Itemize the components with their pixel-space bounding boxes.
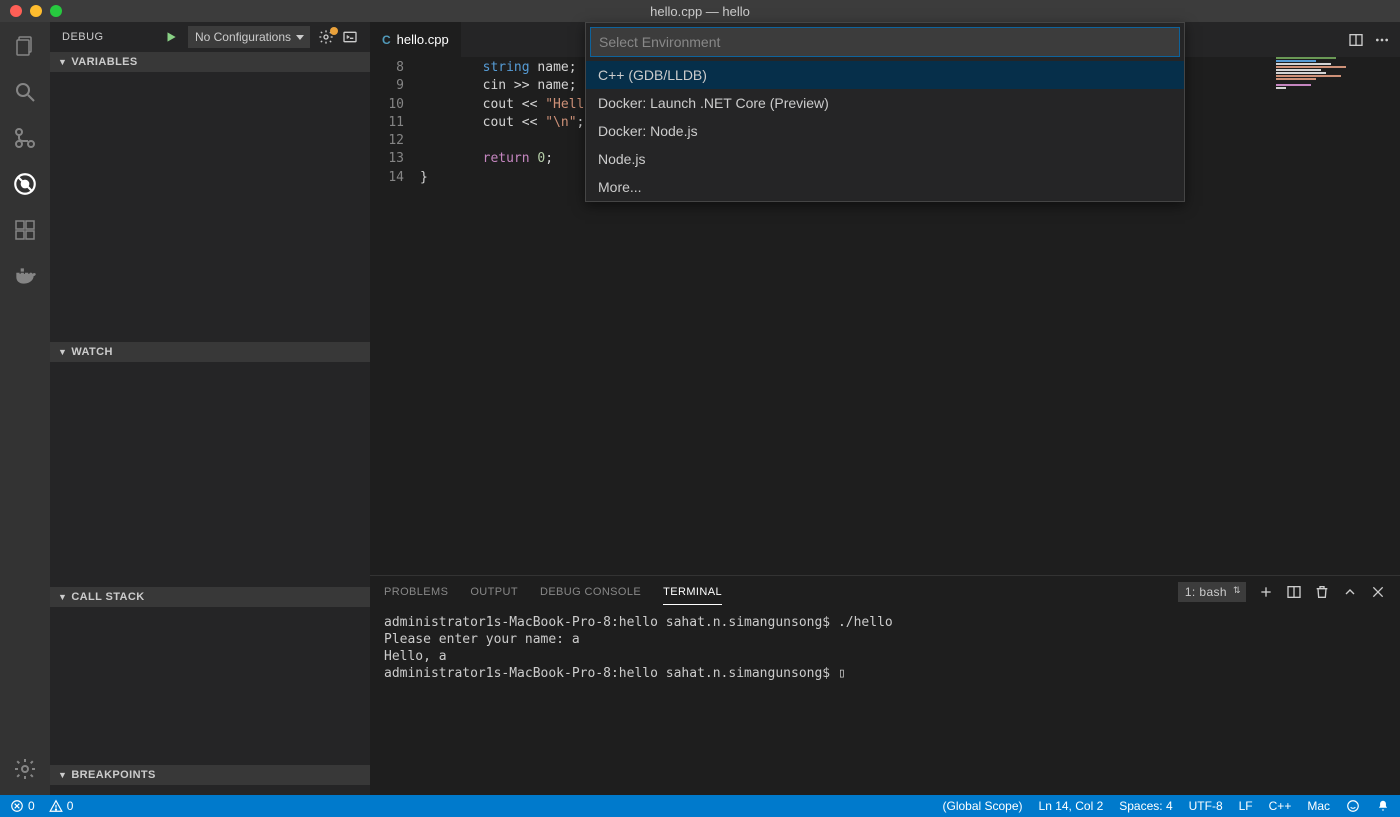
palette-item[interactable]: C++ (GDB/LLDB): [586, 61, 1184, 89]
start-debug-button[interactable]: [162, 28, 180, 46]
debug-console-tab[interactable]: DEBUG CONSOLE: [540, 580, 641, 604]
palette-list: C++ (GDB/LLDB)Docker: Launch .NET Core (…: [586, 61, 1184, 201]
cpp-file-icon: C: [382, 33, 391, 47]
extensions-icon[interactable]: [11, 216, 39, 244]
watch-label: WATCH: [71, 346, 113, 358]
more-actions-button[interactable]: [1374, 32, 1390, 48]
split-terminal-button[interactable]: [1286, 584, 1302, 600]
maximize-panel-button[interactable]: [1342, 584, 1358, 600]
notifications-icon[interactable]: [1376, 799, 1390, 813]
language-status[interactable]: C++: [1269, 799, 1292, 813]
output-tab[interactable]: OUTPUT: [470, 580, 518, 604]
tab-filename: hello.cpp: [397, 32, 449, 47]
debug-config-value: No Configurations: [195, 30, 291, 44]
twisty-icon: ▼: [58, 592, 67, 602]
breakpoints-body: [50, 785, 370, 795]
line-number-gutter: 891011121314: [370, 57, 420, 575]
debug-header: DEBUG No Configurations: [50, 22, 370, 52]
twisty-icon: ▼: [58, 57, 67, 67]
command-palette: C++ (GDB/LLDB)Docker: Launch .NET Core (…: [585, 22, 1185, 202]
bottom-panel: PROBLEMS OUTPUT DEBUG CONSOLE TERMINAL 1…: [370, 575, 1400, 795]
debug-sidebar: DEBUG No Configurations ▼ VARIABLES ▼ WA…: [50, 22, 370, 795]
callstack-label: CALL STACK: [71, 591, 144, 603]
main-layout: DEBUG No Configurations ▼ VARIABLES ▼ WA…: [0, 22, 1400, 795]
editor-actions: [1348, 32, 1400, 48]
kill-terminal-button[interactable]: [1314, 584, 1330, 600]
config-badge-dot: [330, 27, 338, 35]
minimize-window-button[interactable]: [30, 5, 42, 17]
callstack-body: [50, 607, 370, 765]
os-status[interactable]: Mac: [1307, 799, 1330, 813]
palette-item[interactable]: Docker: Launch .NET Core (Preview): [586, 89, 1184, 117]
terminal-output[interactable]: administrator1s-MacBook-Pro-8:hello saha…: [370, 608, 1400, 795]
terminal-select-value: 1: bash: [1185, 585, 1227, 599]
warnings-status[interactable]: 0: [49, 799, 74, 813]
terminal-tab[interactable]: TERMINAL: [663, 580, 722, 605]
feedback-icon[interactable]: [1346, 799, 1360, 813]
editor-tab-hello[interactable]: C hello.cpp: [370, 22, 462, 57]
window-controls: [0, 5, 62, 17]
search-icon[interactable]: [11, 78, 39, 106]
cursor-position-status[interactable]: Ln 14, Col 2: [1039, 799, 1104, 813]
activity-bar: [0, 22, 50, 795]
settings-gear-icon[interactable]: [11, 755, 39, 783]
variables-section-header[interactable]: ▼ VARIABLES: [50, 52, 370, 72]
explorer-icon[interactable]: [11, 32, 39, 60]
debug-console-button[interactable]: [342, 29, 358, 45]
variables-body: [50, 72, 370, 342]
watch-section-header[interactable]: ▼ WATCH: [50, 342, 370, 362]
breakpoints-section-header[interactable]: ▼ BREAKPOINTS: [50, 765, 370, 785]
callstack-section-header[interactable]: ▼ CALL STACK: [50, 587, 370, 607]
status-bar: 0 0 (Global Scope) Ln 14, Col 2 Spaces: …: [0, 795, 1400, 817]
encoding-status[interactable]: UTF-8: [1189, 799, 1223, 813]
variables-label: VARIABLES: [71, 56, 137, 68]
new-terminal-button[interactable]: [1258, 584, 1274, 600]
editor-area: C hello.cpp 891011121314 string name; ci…: [370, 22, 1400, 795]
breakpoints-label: BREAKPOINTS: [71, 769, 155, 781]
debug-config-select[interactable]: No Configurations: [188, 26, 310, 48]
palette-item[interactable]: More...: [586, 173, 1184, 201]
palette-input[interactable]: [590, 27, 1180, 57]
close-panel-button[interactable]: [1370, 584, 1386, 600]
scm-icon[interactable]: [11, 124, 39, 152]
twisty-icon: ▼: [58, 347, 67, 357]
eol-status[interactable]: LF: [1239, 799, 1253, 813]
terminal-controls: 1: bash: [1178, 582, 1386, 602]
errors-status[interactable]: 0: [10, 799, 35, 813]
split-editor-button[interactable]: [1348, 32, 1364, 48]
maximize-window-button[interactable]: [50, 5, 62, 17]
debug-icon[interactable]: [11, 170, 39, 198]
palette-item[interactable]: Docker: Node.js: [586, 117, 1184, 145]
scope-status[interactable]: (Global Scope): [942, 799, 1022, 813]
watch-body: [50, 362, 370, 587]
configure-gear-button[interactable]: [318, 29, 334, 45]
docker-icon[interactable]: [11, 262, 39, 290]
titlebar: hello.cpp — hello: [0, 0, 1400, 22]
terminal-select[interactable]: 1: bash: [1178, 582, 1246, 602]
twisty-icon: ▼: [58, 770, 67, 780]
window-title: hello.cpp — hello: [650, 4, 750, 19]
debug-label: DEBUG: [62, 31, 104, 43]
palette-item[interactable]: Node.js: [586, 145, 1184, 173]
indent-status[interactable]: Spaces: 4: [1119, 799, 1172, 813]
close-window-button[interactable]: [10, 5, 22, 17]
panel-tabs: PROBLEMS OUTPUT DEBUG CONSOLE TERMINAL 1…: [370, 576, 1400, 608]
problems-tab[interactable]: PROBLEMS: [384, 580, 448, 604]
